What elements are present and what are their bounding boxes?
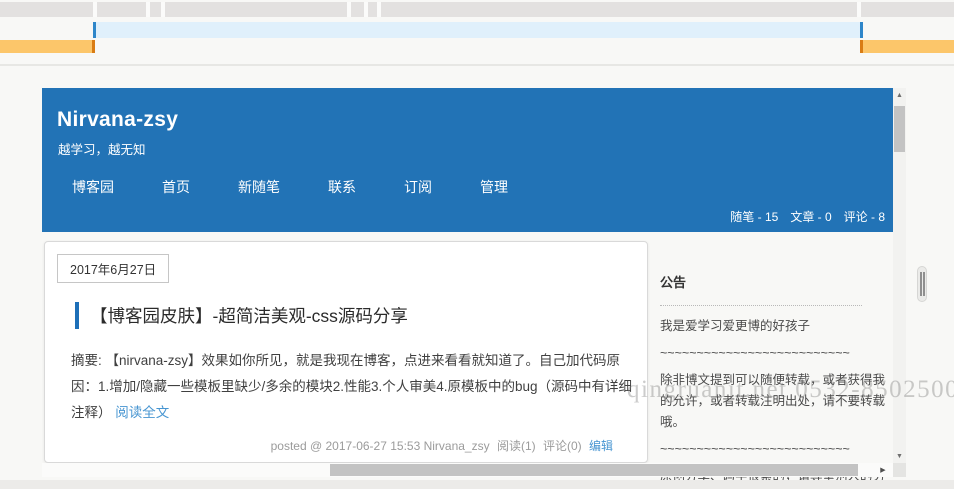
meta-edit-link[interactable]: 编辑: [589, 439, 613, 453]
page: Nirvana-zsy 越学习，越无知 博客园 首页 新随笔 联系 订阅 管理 …: [0, 0, 954, 489]
grip-line: [923, 272, 925, 296]
announcement-tilde-divider: ~~~~~~~~~~~~~~~~~~~~~~~~~~: [660, 442, 850, 456]
stat-posts: 随笔 - 15: [730, 210, 779, 224]
vertical-scrollbar-thumb[interactable]: [894, 106, 905, 152]
post-title-link[interactable]: 【博客园皮肤】-超简洁美观-css源码分享: [90, 303, 408, 328]
toolbar-strip-gap: [146, 2, 150, 17]
post-title-row: 【博客园皮肤】-超简洁美观-css源码分享: [75, 302, 408, 329]
site-title: Nirvana-zsy: [57, 108, 179, 131]
post-summary: 摘要: 【nirvana-zsy】效果如你所见，就是我现在博客，点进来看看就知道…: [71, 348, 641, 426]
announcement-line: 除非博文提到可以随便转载，或者获得我的允许，或者转载注明出处，请不要转载哦。: [660, 373, 886, 429]
selection-band: [96, 22, 860, 38]
blog-header: Nirvana-zsy 越学习，越无知 博客园 首页 新随笔 联系 订阅 管理 …: [42, 88, 893, 232]
announcement-tilde-divider: ~~~~~~~~~~~~~~~~~~~~~~~~~~: [660, 346, 850, 360]
top-toolbar-strip: [0, 2, 954, 17]
meta-posted-text: posted @ 2017-06-27 15:53 Nirvana_zsy: [270, 439, 490, 453]
site-subtitle: 越学习，越无知: [58, 143, 146, 157]
sidebar-announcement: 公告 我是爱学习爱更博的好孩子 ~~~~~~~~~~~~~~~~~~~~~~~~…: [660, 272, 893, 489]
main-nav: 博客园 首页 新随笔 联系 订阅 管理: [72, 177, 508, 197]
selection-handle-left[interactable]: [93, 22, 96, 38]
announcement-title: 公告: [660, 275, 687, 290]
post-meta: posted @ 2017-06-27 15:53 Nirvana_zsy 阅读…: [271, 437, 613, 454]
blog-stats: 随笔 - 15 文章 - 0 评论 - 8: [730, 208, 885, 225]
bottom-edge-strip: [0, 480, 954, 489]
scroll-right-icon[interactable]: ▶: [876, 463, 890, 477]
toolbar-strip-gap: [93, 2, 97, 17]
toolbar-strip-gap: [161, 2, 165, 17]
grip-line: [920, 272, 922, 296]
nav-item-blogyuan[interactable]: 博客园: [72, 177, 114, 197]
scroll-up-icon[interactable]: ▲: [893, 88, 906, 102]
vertical-scrollbar[interactable]: ▲ ▼: [893, 88, 906, 463]
scrollbar-corner: [893, 463, 906, 477]
stat-comments: 评论 - 8: [843, 210, 885, 224]
announcement-separator: [660, 305, 862, 306]
orange-bar-right: [860, 40, 954, 53]
toolbar-strip-gap: [364, 2, 368, 17]
post-card: 2017年6月27日 【博客园皮肤】-超简洁美观-css源码分享 摘要: 【ni…: [44, 241, 648, 463]
nav-item-admin[interactable]: 管理: [480, 177, 508, 197]
scroll-down-icon[interactable]: ▼: [893, 449, 906, 463]
horizontal-scrollbar-thumb[interactable]: [330, 464, 858, 476]
meta-comments-link[interactable]: 评论(0): [543, 439, 582, 453]
nav-item-newpost[interactable]: 新随笔: [238, 177, 280, 197]
date-badge: 2017年6月27日: [57, 254, 170, 283]
selection-handle-right[interactable]: [860, 22, 863, 38]
toolbar-strip-gap: [857, 2, 861, 17]
top-divider-line: [0, 64, 954, 66]
orange-bar-left: [0, 40, 95, 53]
horizontal-scrollbar[interactable]: ▶: [42, 463, 893, 477]
nav-item-contact[interactable]: 联系: [328, 177, 356, 197]
meta-reads-link[interactable]: 阅读(1): [497, 439, 536, 453]
read-more-link[interactable]: 阅读全文: [115, 405, 169, 420]
toolbar-strip-gap: [377, 2, 381, 17]
announcement-line: 我是爱学习爱更博的好孩子: [660, 319, 811, 333]
nav-item-subscribe[interactable]: 订阅: [404, 177, 432, 197]
panel-grip-handle[interactable]: [917, 266, 927, 302]
stat-articles: 文章 - 0: [790, 210, 832, 224]
nav-item-home[interactable]: 首页: [162, 177, 190, 197]
title-accent-bar: [75, 302, 79, 329]
toolbar-strip-gap: [347, 2, 351, 17]
